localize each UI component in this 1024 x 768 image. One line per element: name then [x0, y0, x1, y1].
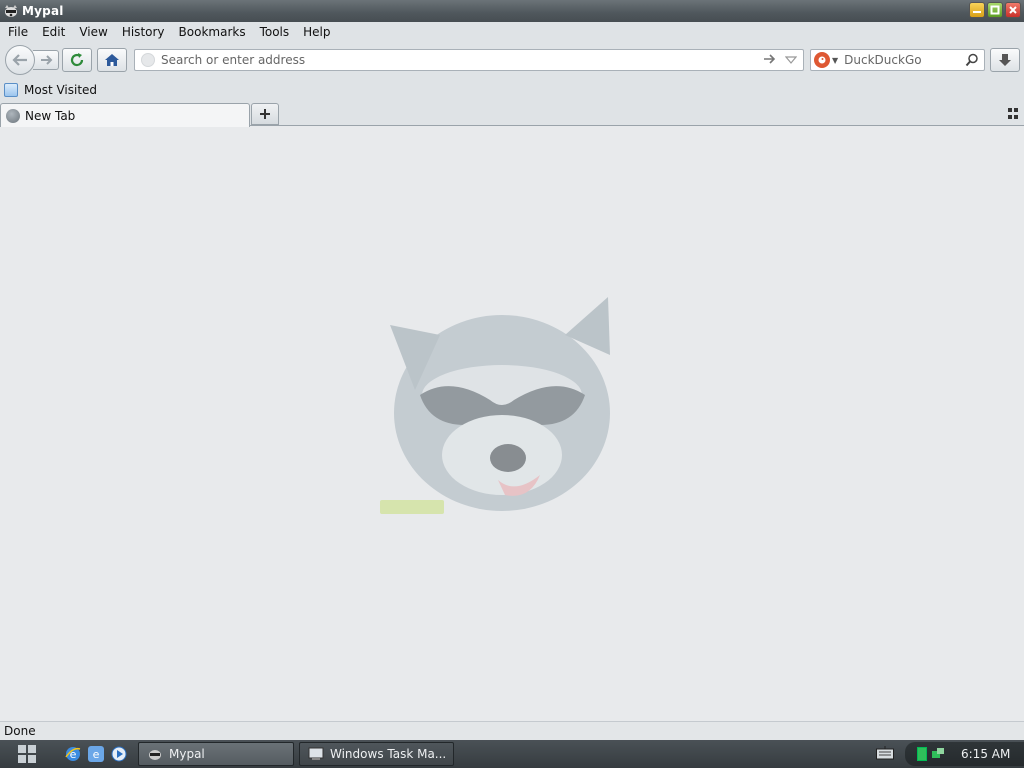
menu-bar: File Edit View History Bookmarks Tools H… — [0, 22, 1024, 42]
clock[interactable]: 6:15 AM — [961, 747, 1010, 761]
raccoon-icon — [3, 3, 19, 19]
internet-explorer-icon[interactable]: e — [64, 745, 82, 763]
download-icon — [999, 54, 1011, 66]
back-button[interactable] — [5, 45, 35, 75]
window-title: Mypal — [22, 4, 64, 18]
search-icon[interactable] — [965, 53, 979, 70]
search-bar[interactable]: ▼ — [810, 49, 985, 71]
close-icon — [1009, 6, 1017, 14]
new-tab-page — [0, 127, 1024, 721]
duckduckgo-icon[interactable] — [814, 52, 830, 68]
raccoon-logo-icon — [380, 297, 610, 514]
keyboard-icon[interactable] — [876, 746, 894, 760]
forward-button[interactable] — [33, 50, 59, 70]
reload-button[interactable] — [62, 48, 92, 72]
media-player-icon[interactable] — [110, 745, 128, 763]
tab-new-tab[interactable]: New Tab — [0, 103, 250, 127]
plus-icon — [260, 109, 270, 119]
address-input[interactable] — [161, 53, 751, 67]
ie-browser-icon[interactable]: e — [87, 745, 105, 763]
status-text: Done — [4, 724, 36, 738]
bookmark-most-visited[interactable]: Most Visited — [24, 83, 97, 97]
menu-edit[interactable]: Edit — [35, 25, 72, 39]
site-identity-icon[interactable] — [141, 53, 155, 67]
menu-help[interactable]: Help — [296, 25, 337, 39]
history-dropdown-icon[interactable] — [784, 54, 798, 68]
new-tab-button[interactable] — [251, 103, 279, 125]
most-visited-icon — [4, 83, 18, 97]
window-titlebar[interactable]: Mypal — [0, 0, 1024, 22]
menu-bookmarks[interactable]: Bookmarks — [172, 25, 253, 39]
maximize-icon — [990, 5, 1000, 15]
menu-view[interactable]: View — [72, 25, 114, 39]
network-icon[interactable] — [931, 747, 945, 761]
home-icon — [105, 54, 119, 66]
address-bar[interactable] — [134, 49, 804, 71]
reload-icon — [70, 53, 84, 67]
chevron-down-icon[interactable]: ▼ — [832, 56, 838, 65]
start-button[interactable] — [18, 745, 36, 763]
taskbar-item-mypal[interactable]: Mypal — [138, 742, 294, 766]
menu-history[interactable]: History — [115, 25, 172, 39]
navigation-toolbar: ▼ — [0, 42, 1024, 78]
task-manager-icon — [308, 746, 324, 762]
svg-text:e: e — [93, 748, 100, 761]
battery-icon[interactable] — [917, 747, 927, 761]
arrow-left-icon — [12, 54, 27, 66]
system-tray: 6:15 AM — [905, 742, 1024, 766]
menu-file[interactable]: File — [0, 25, 35, 39]
tab-strip: New Tab — [0, 102, 1024, 127]
maximize-button[interactable] — [987, 2, 1003, 18]
minimize-button[interactable] — [969, 2, 985, 18]
list-all-tabs-button[interactable] — [1008, 108, 1020, 120]
minimize-icon — [973, 11, 981, 13]
status-bar: Done — [0, 721, 1024, 740]
close-button[interactable] — [1005, 2, 1021, 18]
taskbar: e e Mypal Windows Task Ma... 6:15 AM — [0, 740, 1024, 768]
downloads-button[interactable] — [990, 48, 1020, 72]
taskbar-item-task-manager[interactable]: Windows Task Ma... — [299, 742, 454, 766]
arrow-right-icon — [40, 55, 52, 65]
tab-label: New Tab — [25, 108, 76, 123]
bookmarks-toolbar: Most Visited — [0, 78, 1024, 102]
raccoon-icon — [147, 746, 163, 762]
taskbar-item-label: Mypal — [169, 747, 205, 761]
grid-icon — [1008, 108, 1012, 112]
home-button[interactable] — [97, 48, 127, 72]
go-arrow-icon[interactable] — [763, 53, 777, 69]
search-input[interactable] — [844, 53, 963, 67]
taskbar-item-label: Windows Task Ma... — [330, 747, 447, 761]
menu-tools[interactable]: Tools — [253, 25, 297, 39]
start-icon — [18, 745, 26, 753]
globe-icon — [6, 108, 20, 123]
